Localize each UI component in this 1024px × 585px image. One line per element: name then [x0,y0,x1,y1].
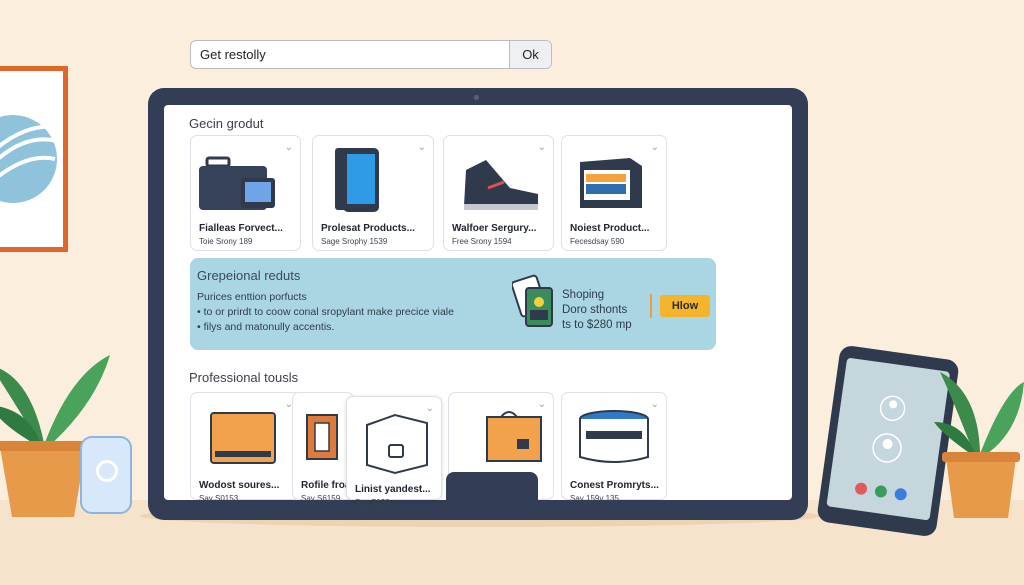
webcam-icon [474,95,479,100]
tablet-screen [826,357,951,521]
product-price: Say S0153 [199,494,239,503]
product-card[interactable]: ⌄ Noiest Product... Fecesdsay 590 [561,135,667,251]
banner-divider [650,294,652,318]
product-name: Fialleas Forvect... [199,223,283,234]
storage-container-icon [579,410,649,463]
ok-button[interactable]: Ok [509,41,551,68]
product-name: Wodost soures... [199,480,280,491]
monitor-base [384,506,600,514]
toolbox-icon [210,412,276,464]
product-price: Free Srony 1594 [452,237,512,246]
shopping-box-icon [486,411,542,462]
contacts-icon [855,395,907,501]
search-bar: Ok [190,40,552,69]
product-price: Fecesdsay 590 [570,237,625,246]
banner-line: • to or prirdt to coow conal sropylant m… [197,306,454,318]
promo-banner: Grepeional reduts Purices enttion porfuc… [190,258,716,350]
product-price: Say 159y 135 [570,494,619,503]
banner-line: • filys and matonully accentis. [197,321,335,333]
product-price: Toie Srony 189 [199,237,253,246]
product-name: Walfoer Sergury... [452,223,537,234]
monitor-stand [446,472,538,510]
printer-box-icon [580,158,642,208]
product-name: Linist yandest... [355,484,431,495]
banner-right-text: Doro sthonts [562,304,628,316]
product-card[interactable]: Rofile froal Say S6159 [292,392,354,503]
banner-right-text: Shoping [562,289,605,301]
section-title-professional: Professional tousls [189,370,299,385]
product-name: Noiest Product... [570,223,650,234]
banner-title: Grepeional reduts [197,268,301,283]
wall-art-frame [0,66,68,252]
banner-right-text: ts to $280 mp [562,319,632,331]
chevron-down-icon[interactable]: ⌄ [418,142,426,153]
right-plant [934,372,1024,518]
product-name: Prolesat Products... [321,223,415,234]
smart-speaker [80,436,132,514]
product-price: Say S6159 [301,494,341,503]
sneaker-icon [464,160,538,210]
product-card[interactable]: ⌄ Prolesat Products... Sage Srophy 1539 [312,135,434,251]
search-input[interactable] [191,41,509,68]
product-name: Conest Promryts... [570,480,659,491]
lock-box-icon [366,413,428,475]
product-card[interactable]: ⌄ Walfoer Sergury... Free Srony 1594 [443,135,554,251]
product-card[interactable]: ⌄ Linist yandest... Say S139 [346,396,442,507]
briefcase-laptop-icon [199,156,275,210]
smartphone-icon [335,148,379,212]
cards-icon [512,274,553,327]
product-card[interactable]: ⌄ Conest Promryts... Say 159y 135 [561,392,667,503]
leaf-art-icon [0,115,58,203]
product-card[interactable]: ⌄ Wodost soures... Say S0153 [190,392,301,503]
product-price: Say S139 [355,498,390,507]
banner-line: Purices enttion porfucts [197,291,307,303]
speaker-logo-icon [96,460,118,482]
product-card[interactable]: ⌄ Fialleas Forvect... Toie Srony 189 [190,135,301,251]
frame-icon [306,414,338,460]
how-button[interactable]: Hlow [660,295,710,317]
product-price: Sage Srophy 1539 [321,237,388,246]
section-title-featured: Gecin grodut [189,116,264,131]
